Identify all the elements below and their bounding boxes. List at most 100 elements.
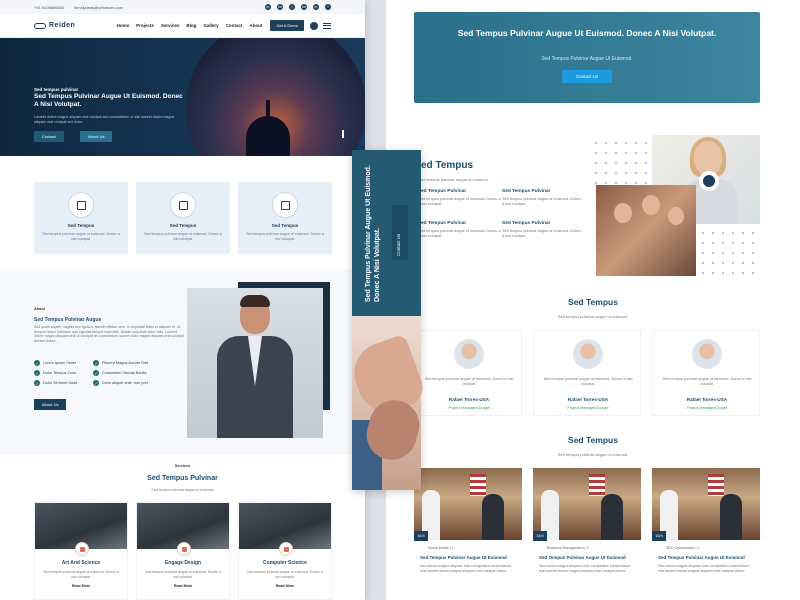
linkedin-icon[interactable]: in xyxy=(313,4,319,10)
about-us-button[interactable]: About Us xyxy=(34,399,67,410)
check-icon: ✓ xyxy=(34,370,40,376)
building-icon xyxy=(170,192,196,218)
play-video-icon[interactable] xyxy=(699,171,719,191)
nav-item-projects[interactable]: Projects xyxy=(136,23,154,28)
team-text: Sed tempus pulvinar augue ut euismod. Do… xyxy=(543,377,633,386)
twitter-icon[interactable]: tw xyxy=(277,4,283,10)
team-name: Rafael Torres-USA xyxy=(448,397,490,402)
team-card[interactable]: Sed tempus pulvinar augue ut euismod. Do… xyxy=(533,330,641,416)
team-name: Rafael Torres-USA xyxy=(686,397,728,402)
service-title: Engage Design xyxy=(164,560,202,566)
get-demo-button[interactable]: Get A Demo xyxy=(270,20,304,31)
services-section: Services Sed Tempus Pulvinar Sed tempus … xyxy=(0,455,365,600)
team-card[interactable]: Sed tempus pulvinar augue ut euismod. Do… xyxy=(652,330,760,416)
email-text[interactable]: ibmslydeas@selwsces.com xyxy=(74,5,123,10)
avatar xyxy=(573,339,603,369)
blog-card[interactable]: 15/4 Business Management | 2 Sed Tempus … xyxy=(533,468,641,600)
team-card[interactable]: Sed tempus pulvinar augue ut euismod. Do… xyxy=(414,330,522,416)
services-subtitle: Sed tempus pulvinar augue ut euismod xyxy=(151,488,214,492)
team-role: Project Manager/Google xyxy=(567,406,609,410)
service-card[interactable]: Art And Science Sed tempus pulvinar augu… xyxy=(34,502,128,600)
twitter-icon[interactable]: tw xyxy=(301,4,307,10)
read-more-link[interactable]: Read More xyxy=(137,584,229,588)
about-checklist: ✓ Lorem Ipsum Simet ✓ Placere Magna Aucum … xyxy=(34,360,183,386)
hero-contact-button[interactable]: Contact xyxy=(34,131,64,142)
facebook-icon[interactable]: f xyxy=(325,4,331,10)
feature-text: Sed tempus pulvinar augue ut euismod. Do… xyxy=(246,232,324,241)
linkedin-icon[interactable]: in xyxy=(265,4,271,10)
blog-card[interactable]: 16/4 SEO Optimization | 2 Sed Tempus Pul… xyxy=(652,468,760,600)
social-links: in tw f tw in f xyxy=(265,4,331,10)
about-title: Sed Tempus Pulvinar Augue xyxy=(34,317,102,323)
post-title[interactable]: Sed Tempus Pulvinar Augue Ut Euismod xyxy=(539,555,639,560)
nav-item-about[interactable]: About xyxy=(249,23,262,28)
nav-item-gallery[interactable]: Gallery xyxy=(203,23,218,28)
post-title[interactable]: Sed Tempus Pulvinar Augue Ut Euismod xyxy=(658,555,758,560)
logo-text: Reiden xyxy=(49,22,76,29)
read-more-link[interactable]: Read More xyxy=(35,584,127,588)
building-icon xyxy=(68,192,94,218)
tempus-subtitle: ed tempus pulvinar augue ut euismod xyxy=(421,177,488,182)
homepage-left-panel: +91 8106896553 ibmslydeas@selwsces.com i… xyxy=(0,0,365,600)
feature-card[interactable]: Sed Tempus Sed tempus pulvinar augue ut … xyxy=(136,182,230,254)
main-navbar: Reiden Home Projects Services Blog Galle… xyxy=(0,14,365,38)
feature-title: Sed Tempus xyxy=(67,223,95,228)
post-title[interactable]: Sed Tempus Pulvinar Augue Ut Euismod xyxy=(420,555,520,560)
post-meta: SEO Optimization | 2 xyxy=(666,546,700,550)
service-text: Sed tempus pulvinar augue ut euismod. Do… xyxy=(145,570,221,579)
date-badge: 16/4 xyxy=(414,531,428,541)
service-icon xyxy=(177,542,191,556)
nav-item-services[interactable]: Services xyxy=(161,23,180,28)
check-item: ✓ Dolor aliquet ante, non port xyxy=(93,380,148,386)
check-item: ✓ Dolor Tempus Zono xyxy=(34,370,77,376)
service-title: Computer Science xyxy=(263,560,307,566)
check-icon: ✓ xyxy=(93,380,99,386)
check-item: ✓ Dolor Sit Amet Suda xyxy=(34,380,78,386)
avatar xyxy=(454,339,484,369)
hero-building-dome xyxy=(246,116,290,156)
feature-card[interactable]: Sed Tempus Sed tempus pulvinar augue ut … xyxy=(238,182,332,254)
avatar xyxy=(692,339,722,369)
hero-about-button[interactable]: About Us xyxy=(80,131,113,142)
date-badge: 16/4 xyxy=(652,531,666,541)
feature-text: Sed tempus pulvinar augue ut euismod. Do… xyxy=(144,232,222,241)
businessman-photo xyxy=(187,288,323,438)
vertical-contact-button[interactable]: Contact Us xyxy=(392,205,408,260)
check-icon: ✓ xyxy=(34,360,40,366)
meeting-photo xyxy=(596,185,696,276)
blog-image xyxy=(652,468,760,540)
slider-arrow-icon[interactable] xyxy=(342,130,344,138)
service-card[interactable]: Computer Science Sed tempus pulvinar aug… xyxy=(238,502,332,600)
cta-contact-button[interactable]: Contact Us xyxy=(562,70,612,83)
hamburger-menu-icon[interactable] xyxy=(323,22,331,29)
search-icon[interactable] xyxy=(310,21,318,30)
feature-card[interactable]: Sed Tempus Sed tempus pulvinar augue ut … xyxy=(34,182,128,254)
services-title: Sed Tempus Pulvinar xyxy=(147,475,218,482)
check-icon: ✓ xyxy=(93,370,99,376)
vertical-banner-title: Sed Tempus Pulvinar Augue Ut Euismod. Do… xyxy=(365,165,381,302)
service-card[interactable]: Engage Design Sed tempus pulvinar augue … xyxy=(136,502,230,600)
service-icon xyxy=(75,542,89,556)
logo[interactable]: Reiden xyxy=(34,22,75,29)
service-cards: Art And Science Sed tempus pulvinar augu… xyxy=(34,502,332,600)
check-icon: ✓ xyxy=(93,360,99,366)
about-description: Sed quam sapien, sagittis nec ligula a, … xyxy=(34,325,184,343)
about-section: About Sed Tempus Pulvinar Augue Sed quam… xyxy=(0,270,365,455)
cta-subtitle: Sed Tempus Pulvinar Augue Ut Euismod. xyxy=(541,56,633,62)
team-subtitle: Sed tempus pulvinar augue ut euismod. xyxy=(557,314,629,319)
service-text: Sed tempus pulvinar augue ut euismod. Do… xyxy=(43,570,119,579)
team-title: Sed Tempus xyxy=(568,297,618,307)
decorative-dots xyxy=(591,138,651,188)
read-more-link[interactable]: Read More xyxy=(239,584,331,588)
post-excerpt: Sed dolore magna aliquam erat volutpatia… xyxy=(420,564,512,573)
nav-item-blog[interactable]: Blog xyxy=(186,23,196,28)
check-item: ✓ Placere Magna Aucum Diet xyxy=(93,360,149,366)
blog-card[interactable]: 16/4 Social Media | 2 Sed Tempus Pulvina… xyxy=(414,468,522,600)
nav-item-contact[interactable]: Contact xyxy=(226,23,243,28)
facebook-icon[interactable]: f xyxy=(289,4,295,10)
phone-text[interactable]: +91 8106896553 xyxy=(34,5,64,10)
nav-item-home[interactable]: Home xyxy=(117,23,130,28)
blog-image xyxy=(414,468,522,540)
service-text: Sed tempus pulvinar augue ut euismod. Do… xyxy=(247,570,323,579)
services-kicker: Services xyxy=(174,464,191,468)
